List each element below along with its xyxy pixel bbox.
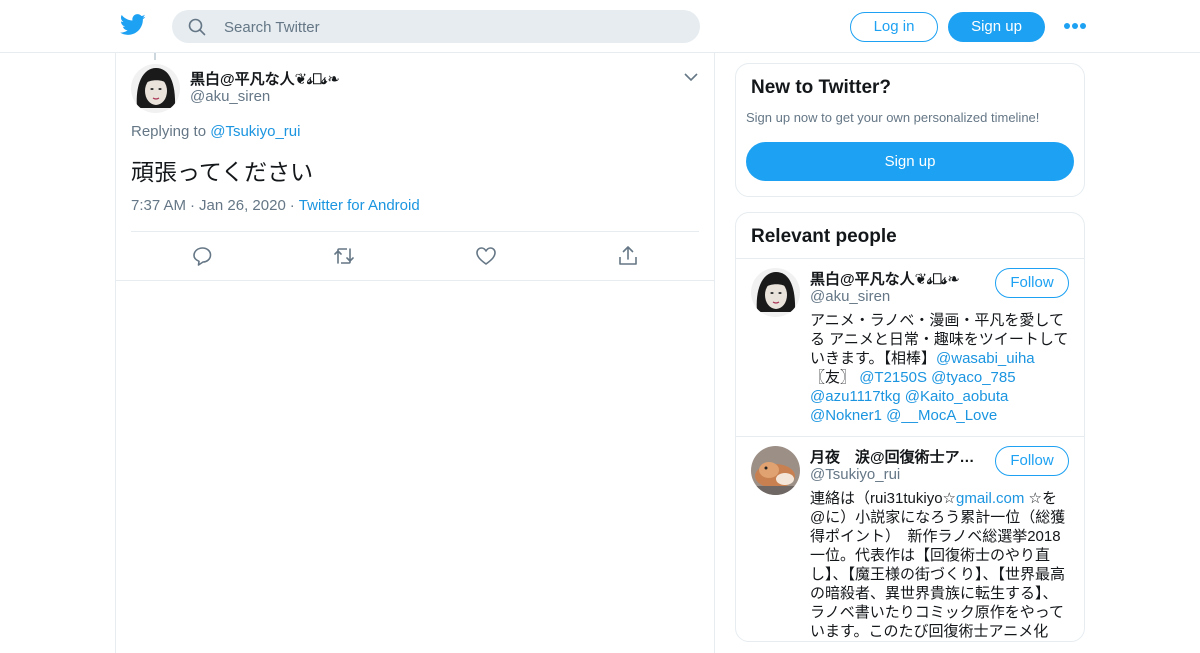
person-bio: アニメ・ラノベ・漫画・平凡を愛してる アニメと日常・趣味をツイートしていきます。… — [810, 311, 1072, 425]
sidebar-signup-button[interactable]: Sign up — [746, 142, 1074, 181]
thread-connector — [154, 53, 156, 60]
tweet-actions — [131, 244, 699, 268]
person-name[interactable]: 月夜 涙@回復術士アニメ化 — [810, 446, 978, 467]
tweet-time[interactable]: 7:37 AM — [131, 197, 186, 214]
bio-mention[interactable]: @T2150S — [859, 369, 927, 386]
card-title: New to Twitter? — [751, 77, 892, 98]
bio-mention[interactable]: @Kaito_aobuta — [905, 388, 1009, 405]
person-handle[interactable]: @Tsukiyo_rui — [810, 466, 900, 483]
bio-mention[interactable]: @wasabi_uiha — [936, 350, 1035, 367]
bio-text: 〖友〗 — [810, 369, 856, 386]
bio-link[interactable]: gmail.com — [956, 490, 1024, 507]
person-bio: 連絡は（rui31tukiyo☆gmail.com ☆を@に）小説家になろう累計… — [810, 489, 1072, 641]
meta-separator: · — [190, 197, 196, 214]
avatar[interactable] — [131, 64, 180, 113]
replying-prefix: Replying to — [131, 123, 207, 140]
follow-button[interactable]: Follow — [995, 446, 1069, 476]
avatar-image — [131, 64, 180, 113]
retweet-icon[interactable] — [332, 244, 356, 268]
person-name[interactable]: 黒白@平凡な人❦𝓈⎕𝓈❧ — [810, 268, 978, 289]
bio-mention[interactable]: @azu1117tkg — [810, 388, 901, 405]
tweet-text: 頑張ってください — [131, 159, 314, 185]
bio-mention[interactable]: @Nokner1 — [810, 407, 882, 424]
replying-to: Replying to @Tsukiyo_rui — [131, 123, 300, 140]
more-dots-icon[interactable] — [1064, 19, 1086, 33]
avatar-image — [751, 268, 800, 317]
tweet-author-handle[interactable]: @aku_siren — [190, 88, 270, 105]
search-input[interactable] — [222, 10, 686, 45]
avatar[interactable] — [751, 268, 800, 317]
bio-text: 連絡は（rui31tukiyo☆ — [810, 490, 956, 507]
chevron-down-icon[interactable] — [684, 72, 698, 82]
share-icon[interactable] — [616, 244, 640, 268]
signup-button[interactable]: Sign up — [948, 12, 1045, 42]
bio-mention[interactable]: @__MocA_Love — [886, 407, 997, 424]
tweet-date[interactable]: Jan 26, 2020 — [199, 197, 286, 214]
replying-to-link[interactable]: @Tsukiyo_rui — [210, 123, 300, 140]
new-to-twitter-card: New to Twitter? Sign up now to get your … — [735, 63, 1085, 197]
avatar-image — [751, 446, 800, 495]
bio-text: ☆を@に）小説家になろう累計一位（総獲得ポイント） 新作ラノベ総選挙2018一位… — [810, 490, 1066, 640]
relevant-people-card: Relevant people 黒白@平凡な人❦𝓈⎕𝓈❧ @aku_siren … — [735, 212, 1085, 642]
divider — [131, 231, 699, 232]
avatar[interactable] — [751, 446, 800, 495]
login-button[interactable]: Log in — [850, 12, 938, 42]
tweet-meta: 7:37 AM · Jan 26, 2020 · Twitter for Android — [131, 197, 420, 214]
card-title: Relevant people — [751, 226, 897, 247]
search-box[interactable] — [172, 10, 700, 45]
divider — [116, 280, 714, 281]
tweet-source[interactable]: Twitter for Android — [299, 197, 420, 214]
reply-icon[interactable] — [190, 244, 214, 268]
person-handle[interactable]: @aku_siren — [810, 288, 890, 305]
bio-mention[interactable]: @tyaco_785 — [931, 369, 1015, 386]
search-icon — [188, 18, 206, 36]
top-bar: Log in Sign up — [0, 0, 1200, 53]
tweet-author-name[interactable]: 黒白@平凡な人❦𝓈⎕𝓈❧ — [190, 68, 340, 89]
meta-separator: · — [289, 197, 295, 214]
divider — [736, 436, 1084, 437]
timeline-column — [115, 53, 715, 653]
twitter-bird-icon[interactable] — [120, 13, 146, 37]
card-subtitle: Sign up now to get your own personalized… — [746, 110, 1040, 125]
divider — [736, 258, 1084, 259]
like-icon[interactable] — [474, 244, 498, 268]
follow-button[interactable]: Follow — [995, 268, 1069, 298]
